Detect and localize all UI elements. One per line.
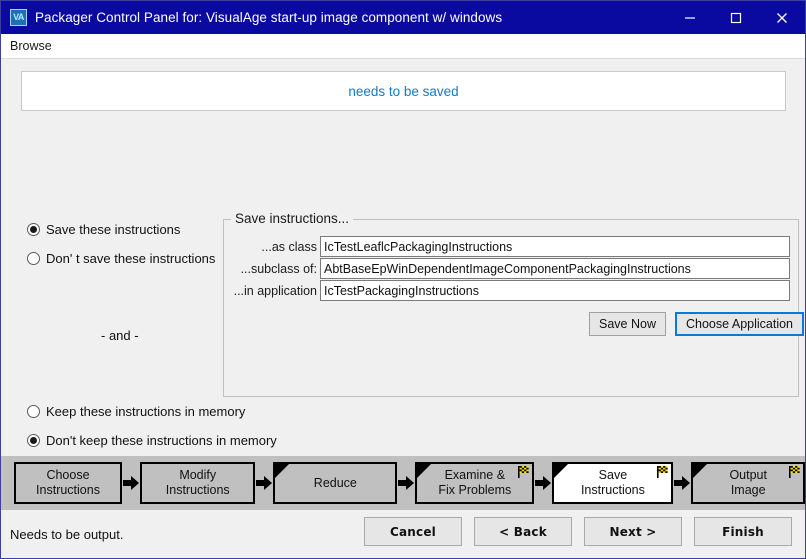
next-button[interactable]: Next > [584, 517, 682, 546]
checkered-flag-icon [655, 465, 669, 479]
wizard-step-strip: Choose Instructions Modify Instructions [1, 456, 805, 510]
wizard-step-save-instructions[interactable]: Save Instructions [552, 462, 673, 504]
va-app-icon: VA [10, 9, 27, 26]
menu-item-browse[interactable]: Browse [1, 34, 60, 58]
field-row-subclass-of: ...subclass of: [233, 258, 790, 279]
wizard-step-choose-instructions[interactable]: Choose Instructions [14, 462, 122, 504]
field-row-as-class: ...as class [233, 236, 790, 257]
wizard-arrow-icon [255, 462, 273, 504]
radio-label: Save these instructions [46, 222, 180, 237]
wizard-arrow-icon [122, 462, 140, 504]
radio-indicator [27, 223, 40, 236]
radio-indicator [27, 434, 40, 447]
save-now-button[interactable]: Save Now [589, 312, 666, 336]
status-bar: Needs to be output. Cancel < Back Next >… [1, 510, 805, 558]
wizard-step-line1: Modify [166, 468, 230, 483]
save-instructions-group-title: Save instructions... [231, 211, 353, 226]
minimize-icon[interactable] [667, 1, 713, 34]
input-in-application[interactable] [320, 280, 790, 301]
radio-label: Don' t save these instructions [46, 251, 215, 266]
radio-label: Don't keep these instructions in memory [46, 433, 277, 448]
input-subclass-of[interactable] [320, 258, 790, 279]
client-area: needs to be saved Save these instruction… [1, 59, 805, 558]
step-corner-marker-icon [693, 464, 707, 478]
close-icon[interactable] [759, 1, 805, 34]
maximize-icon[interactable] [713, 1, 759, 34]
window-title: Packager Control Panel for: VisualAge st… [35, 10, 502, 25]
wizard-step-output-image[interactable]: Output Image [691, 462, 805, 504]
status-notice-text: needs to be saved [348, 84, 458, 99]
wizard-navigation-buttons: Cancel < Back Next > Finish [364, 517, 792, 546]
wizard-arrow-icon [397, 462, 415, 504]
radio-keep-instructions-in-memory[interactable]: Keep these instructions in memory [27, 404, 245, 419]
field-row-in-application: ...in application [233, 280, 790, 301]
wizard-step-modify-instructions[interactable]: Modify Instructions [140, 462, 255, 504]
radio-save-these-instructions[interactable]: Save these instructions [27, 222, 180, 237]
choose-application-button[interactable]: Choose Application [675, 312, 804, 336]
wizard-step-line2: Instructions [581, 483, 645, 498]
wizard-arrow-icon [673, 462, 691, 504]
radio-label: Keep these instructions in memory [46, 404, 245, 419]
wizard-step-line1: Reduce [314, 476, 357, 491]
step-corner-marker-icon [554, 464, 568, 478]
checkered-flag-icon [787, 465, 801, 479]
wizard-arrow-icon [534, 462, 552, 504]
wizard-step-line1: Examine & [438, 468, 511, 483]
radio-indicator [27, 405, 40, 418]
radio-indicator [27, 252, 40, 265]
status-notice-panel: needs to be saved [21, 71, 786, 111]
step-corner-marker-icon [275, 464, 289, 478]
menu-bar: Browse [1, 34, 805, 59]
wizard-step-line2: Instructions [36, 483, 100, 498]
wizard-step-line2: Image [729, 483, 767, 498]
step-corner-marker-icon [417, 464, 431, 478]
finish-button[interactable]: Finish [694, 517, 792, 546]
radio-dont-save-these-instructions[interactable]: Don' t save these instructions [27, 251, 215, 266]
field-label-in-application: ...in application [233, 284, 320, 298]
checkered-flag-icon [516, 465, 530, 479]
packager-control-panel-window: VA Packager Control Panel for: VisualAge… [0, 0, 806, 559]
field-label-subclass-of: ...subclass of: [233, 262, 320, 276]
wizard-step-line1: Save [581, 468, 645, 483]
input-as-class[interactable] [320, 236, 790, 257]
wizard-step-line2: Fix Problems [438, 483, 511, 498]
field-label-as-class: ...as class [233, 240, 320, 254]
and-separator-label: - and - [101, 328, 139, 343]
group-action-buttons: Save Now Choose Application [589, 312, 804, 336]
wizard-step-line1: Choose [36, 468, 100, 483]
wizard-step-line1: Output [729, 468, 767, 483]
wizard-step-reduce[interactable]: Reduce [273, 462, 397, 504]
status-bar-text: Needs to be output. [10, 527, 123, 542]
radio-dont-keep-instructions-in-memory[interactable]: Don't keep these instructions in memory [27, 433, 277, 448]
title-bar: VA Packager Control Panel for: VisualAge… [1, 1, 805, 34]
wizard-step-line2: Instructions [166, 483, 230, 498]
back-button[interactable]: < Back [474, 517, 572, 546]
wizard-step-examine-fix-problems[interactable]: Examine & Fix Problems [415, 462, 534, 504]
window-controls [667, 1, 805, 34]
cancel-button[interactable]: Cancel [364, 517, 462, 546]
